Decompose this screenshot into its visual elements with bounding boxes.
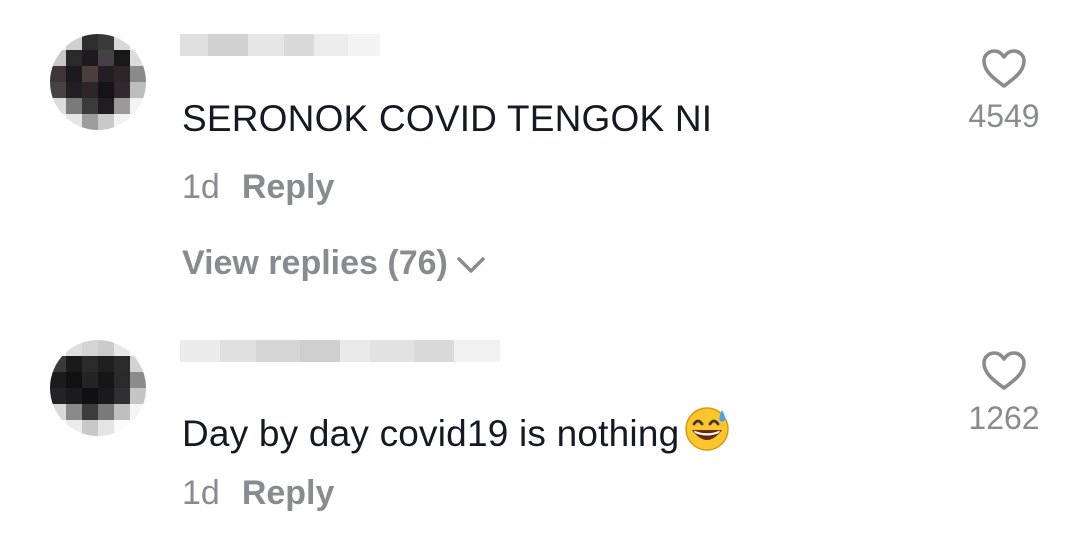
comment-meta: 1d Reply: [182, 474, 334, 513]
comment-item: Day by day covid19 is nothing 1d Reply 12…: [0, 300, 1080, 535]
comment-time: 1d: [182, 168, 220, 206]
comment-time: 1d: [182, 474, 220, 512]
like-count: 4549: [968, 98, 1040, 134]
comment-text: SERONOK COVID TENGOK NI: [182, 98, 713, 139]
username-blurred[interactable]: [180, 340, 500, 362]
avatar[interactable]: [50, 340, 146, 436]
avatar[interactable]: [50, 34, 146, 130]
like-control: 4549: [954, 48, 1054, 135]
view-replies-button[interactable]: View replies (76): [182, 244, 486, 283]
comment-meta: 1d Reply: [182, 168, 334, 207]
like-count: 1262: [968, 400, 1040, 436]
heart-outline-icon[interactable]: [981, 48, 1027, 90]
comment-item: SERONOK COVID TENGOK NI 1d Reply View rep…: [0, 0, 1080, 300]
view-replies-label: View replies (76): [182, 244, 448, 282]
reply-button[interactable]: Reply: [242, 168, 335, 206]
comment-text-body: Day by day covid19 is nothing: [182, 413, 680, 454]
like-control: 1262: [954, 350, 1054, 437]
comment-text: Day by day covid19 is nothing: [182, 406, 731, 455]
heart-outline-icon[interactable]: [981, 350, 1027, 392]
grinning-face-with-sweat-emoji: [683, 406, 731, 452]
chevron-down-icon: [457, 256, 485, 273]
username-blurred[interactable]: [180, 34, 380, 56]
reply-button[interactable]: Reply: [242, 474, 335, 512]
